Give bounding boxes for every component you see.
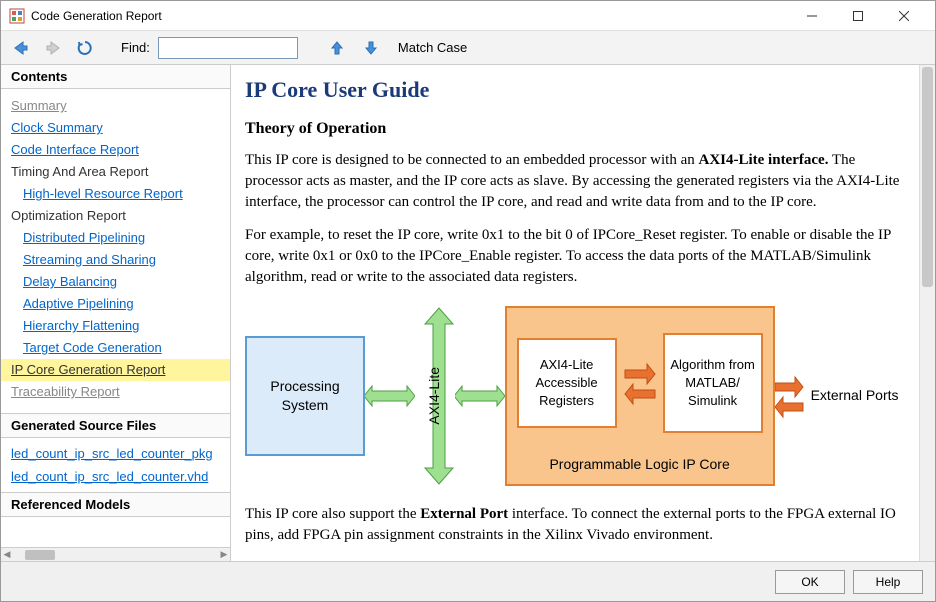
files-header: Generated Source Files <box>1 413 230 438</box>
contents-item[interactable]: Distributed Pipelining <box>1 227 230 249</box>
arrow-axi-to-ip <box>455 381 505 411</box>
sidebar: Contents SummaryClock SummaryCode Interf… <box>1 65 231 561</box>
toolbar: Find: Match Case <box>1 31 935 65</box>
arrow-proc-to-axi <box>365 381 415 411</box>
app-icon <box>9 8 25 24</box>
window-controls <box>789 2 927 30</box>
algorithm-box: Algorithm from MATLAB/ Simulink <box>663 333 763 433</box>
registers-box: AXI4-Lite Accessible Registers <box>517 338 617 428</box>
back-button[interactable] <box>9 36 33 60</box>
contents-item[interactable]: High-level Resource Report <box>1 183 230 205</box>
forward-button[interactable] <box>41 36 65 60</box>
page-title: IP Core User Guide <box>245 75 915 106</box>
window-title: Code Generation Report <box>31 9 789 23</box>
contents-panel: SummaryClock SummaryCode Interface Repor… <box>1 89 230 413</box>
minimize-button[interactable] <box>789 2 835 30</box>
ok-button[interactable]: OK <box>775 570 845 594</box>
find-input[interactable] <box>158 37 298 59</box>
contents-item[interactable]: Target Code Generation <box>1 337 230 359</box>
axi-label: AXI4-Lite <box>421 363 449 429</box>
find-next-button[interactable] <box>360 37 382 59</box>
processing-system-box: Processing System <box>245 336 365 456</box>
paragraph-2: For example, to reset the IP core, write… <box>245 225 915 288</box>
external-ports-label: External Ports <box>811 386 899 406</box>
contents-item[interactable]: IP Core Generation Report <box>1 359 230 381</box>
body: Contents SummaryClock SummaryCode Interf… <box>1 65 935 561</box>
main-vscroll[interactable] <box>919 65 935 561</box>
titlebar: Code Generation Report <box>1 1 935 31</box>
files-panel: led_count_ip_src_led_counter_pkgled_coun… <box>1 438 230 492</box>
paragraph-1: This IP core is designed to be connected… <box>245 150 915 213</box>
file-item[interactable]: led_count_ip_src_led_counter_pkg <box>1 442 230 465</box>
main-content-area: IP Core User Guide Theory of Operation T… <box>231 65 935 561</box>
paragraph-3: This IP core also support the External P… <box>245 504 915 546</box>
models-panel <box>1 517 230 547</box>
contents-item[interactable]: Summary <box>1 95 230 117</box>
ip-core-box: AXI4-Lite Accessible Registers Algorithm… <box>505 306 775 486</box>
contents-item: Optimization Report <box>1 205 230 227</box>
arrows-ip-ext <box>775 371 805 421</box>
contents-item[interactable]: Adaptive Pipelining <box>1 293 230 315</box>
close-button[interactable] <box>881 2 927 30</box>
contents-item[interactable]: Delay Balancing <box>1 271 230 293</box>
ip-core-caption: Programmable Logic IP Core <box>517 449 763 475</box>
scroll-left-icon[interactable]: ◀ <box>1 549 13 560</box>
contents-item[interactable]: Code Interface Report <box>1 139 230 161</box>
refresh-button[interactable] <box>73 36 97 60</box>
match-case-label[interactable]: Match Case <box>398 40 467 55</box>
models-header: Referenced Models <box>1 492 230 517</box>
contents-item[interactable]: Streaming and Sharing <box>1 249 230 271</box>
help-button[interactable]: Help <box>853 570 923 594</box>
footer: OK Help <box>1 561 935 601</box>
scroll-right-icon[interactable]: ▶ <box>218 549 230 560</box>
maximize-button[interactable] <box>835 2 881 30</box>
section-heading: Theory of Operation <box>245 118 915 140</box>
find-prev-button[interactable] <box>326 37 348 59</box>
contents-item[interactable]: Hierarchy Flattening <box>1 315 230 337</box>
contents-header: Contents <box>1 65 230 89</box>
find-label: Find: <box>121 40 150 55</box>
arrows-reg-algo <box>623 358 657 408</box>
architecture-diagram: Processing System AXI4-Lite A <box>245 306 915 486</box>
contents-item[interactable]: Clock Summary <box>1 117 230 139</box>
file-item[interactable]: led_count_ip_src_led_counter.vhd <box>1 465 230 488</box>
main-scroll-thumb[interactable] <box>922 67 933 287</box>
sidebar-hscroll[interactable]: ◀ ▶ <box>1 547 230 561</box>
contents-item[interactable]: Traceability Report <box>1 381 230 403</box>
scroll-thumb[interactable] <box>25 550 55 560</box>
contents-item: Timing And Area Report <box>1 161 230 183</box>
